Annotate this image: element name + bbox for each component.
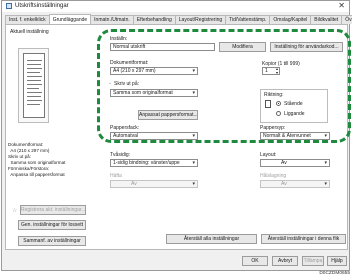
layout-label: Layout: xyxy=(260,152,277,158)
dialog-buttons: OK Avbryt Tillämpa Hjälp xyxy=(2,250,351,272)
chevron-down-icon: ▾ xyxy=(324,181,327,187)
cancel-button[interactable]: Avbryt xyxy=(272,256,298,266)
tab-cover[interactable]: Omslag/Kapitel xyxy=(269,15,312,24)
create-settings-button[interactable]: Gen. inställningar för lossett xyxy=(18,220,86,230)
apply-button[interactable]: Tillämpa xyxy=(302,256,324,266)
preview-page xyxy=(23,53,45,118)
staple-label: Häfta xyxy=(110,173,122,179)
chevron-down-icon: ▾ xyxy=(192,181,195,187)
reset-all-button[interactable]: Återställ alla inställningar xyxy=(166,234,257,244)
tab-basic[interactable]: Grundläggande xyxy=(48,14,92,24)
tab-finishing[interactable]: Efterbehandling xyxy=(132,15,176,24)
register-settings-button[interactable]: Registrera akt. inställningar... xyxy=(20,205,86,215)
layout-select[interactable]: Av ▾ xyxy=(260,159,330,167)
duplex-select[interactable]: 1-sidig bindning: vänster/uppe ▾ xyxy=(110,159,198,167)
help-button[interactable]: Hjälp xyxy=(327,256,347,266)
figure-code: D0CZDM0655 xyxy=(319,271,350,276)
window-title: Utskriftsinställningar xyxy=(15,3,69,9)
chevron-down-icon: ▾ xyxy=(324,160,327,166)
tab-other[interactable]: Övrigt xyxy=(341,15,352,24)
punch-value: Av xyxy=(281,181,287,187)
tab-stamp[interactable]: Tid/Vattenstämp. xyxy=(225,15,271,24)
settings-summary: Dokumentformat: A4 (210 x 297 mm) Skriv … xyxy=(8,142,65,178)
highlight-outline xyxy=(97,29,351,143)
punch-label: Hålslagning xyxy=(260,173,287,179)
tab-layout[interactable]: Layout/Registrering xyxy=(174,15,227,24)
staple-value: Av xyxy=(131,181,137,187)
punch-select[interactable]: Av ▾ xyxy=(260,180,330,188)
tab-quality[interactable]: Bildkvalitet xyxy=(310,15,343,24)
tab-one-click[interactable]: Inst. f. enkelklick xyxy=(5,15,50,24)
print-settings-window: Utskriftsinställningar ✕ Inst. f. enkelk… xyxy=(1,0,352,272)
layout-value: Av xyxy=(281,160,287,166)
titlebar: Utskriftsinställningar ✕ xyxy=(2,1,349,12)
duplex-label: Tvåsidig: xyxy=(110,152,131,158)
settings-summary-button[interactable]: Sammanf. av inställningar xyxy=(18,236,86,246)
summary-line: Anpassa till pappersformat xyxy=(8,172,65,177)
printer-icon xyxy=(6,3,12,9)
page-preview xyxy=(18,48,49,123)
chevron-down-icon: ▾ xyxy=(192,160,195,166)
star-icon: ☆ xyxy=(12,208,18,214)
duplex-value: 1-sidig bindning: vänster/uppe xyxy=(113,160,180,166)
reset-tab-button[interactable]: Återställ inställningar i denna flik xyxy=(261,234,346,244)
current-setting-label: Aktuell inställning xyxy=(10,29,49,35)
close-icon[interactable]: ✕ xyxy=(338,1,345,10)
ok-button[interactable]: OK xyxy=(242,256,268,266)
staple-select[interactable]: Av ▾ xyxy=(110,180,198,188)
tab-input-output[interactable]: Inmatn./Utmatn. xyxy=(90,15,134,24)
tab-bar: Inst. f. enkelklick Grundläggande Inmatn… xyxy=(5,14,352,24)
